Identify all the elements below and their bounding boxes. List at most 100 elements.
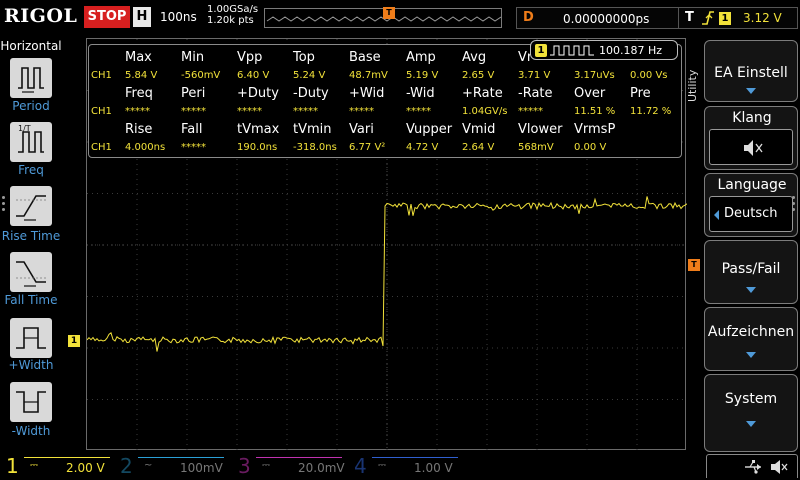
menu-down-arrow-icon bbox=[746, 421, 756, 427]
measure-value: 3.17uVs bbox=[574, 70, 615, 81]
measure-value: 11.51 % bbox=[574, 106, 616, 117]
dc-coupling-icon: ⎓ bbox=[30, 460, 38, 471]
measure-value: ***** bbox=[181, 106, 206, 117]
io-settings-softkey[interactable]: EA Einstell bbox=[704, 40, 798, 102]
period-button[interactable] bbox=[10, 58, 52, 98]
freq-label: Freq bbox=[18, 163, 44, 177]
measure-header: Rise bbox=[125, 122, 153, 137]
measure-header: Peri bbox=[181, 86, 206, 101]
channel-scale: 1.00 V bbox=[414, 461, 453, 475]
measure-value: 568mV bbox=[518, 142, 554, 153]
softkey-label: Language bbox=[717, 177, 787, 193]
trigger-label: T bbox=[685, 10, 694, 25]
softkey-label: Klang bbox=[732, 110, 772, 126]
system-softkey[interactable]: System bbox=[704, 374, 798, 452]
rise-time-button[interactable] bbox=[10, 186, 52, 226]
frequency-counter[interactable]: 1 100.187 Hz bbox=[530, 40, 678, 60]
measure-value: -318.0ns bbox=[293, 142, 337, 153]
measure-channel: CH1 bbox=[91, 106, 112, 117]
scroll-dots-icon bbox=[792, 196, 798, 214]
trigger-source-badge: 1 bbox=[719, 12, 731, 25]
measure-header: Vpp bbox=[237, 50, 263, 65]
negative-width-label: -Width bbox=[11, 424, 51, 438]
measure-value: 4.72 V bbox=[406, 142, 439, 153]
freq-button[interactable]: 1/T bbox=[10, 122, 52, 162]
measure-value: 5.24 V bbox=[293, 70, 326, 81]
measurement-panel: Max Min Vpp Top Base Amp Avg Vr CH1 5.84… bbox=[88, 44, 682, 158]
utility-tab-label: Utility bbox=[686, 69, 699, 102]
language-value: Deutsch bbox=[724, 206, 778, 221]
measure-header: Avg bbox=[462, 50, 487, 65]
language-softkey[interactable]: Language Deutsch bbox=[704, 173, 798, 237]
acquisition-info: 1.00GSa/s 1.20k pts bbox=[207, 4, 258, 26]
channel-4-tab[interactable]: 4 ⎓ 1.00 V bbox=[348, 454, 464, 480]
trigger-position-marker[interactable]: T bbox=[383, 7, 395, 19]
fall-time-icon bbox=[16, 261, 46, 287]
positive-width-button[interactable] bbox=[10, 318, 52, 358]
channel-number: 1 bbox=[6, 454, 19, 478]
measure-header: Amp bbox=[406, 50, 436, 65]
negative-width-icon bbox=[16, 391, 46, 413]
channel-number: 2 bbox=[120, 454, 133, 478]
measure-header: Fall bbox=[181, 122, 203, 137]
measure-value: 2.64 V bbox=[462, 142, 495, 153]
menu-down-arrow-icon bbox=[746, 88, 756, 94]
measure-value: 4.000ns bbox=[125, 142, 166, 153]
fall-time-button[interactable] bbox=[10, 252, 52, 292]
trigger-level-marker[interactable]: T bbox=[688, 259, 700, 271]
trigger-box[interactable]: T 1 3.12 V bbox=[678, 7, 798, 29]
measure-value: ***** bbox=[293, 106, 318, 117]
channel-scale: 100mV bbox=[180, 461, 223, 475]
softkey-menu: EA Einstell Klang Language Deutsch Pass/… bbox=[704, 40, 800, 454]
ac-coupling-icon: ~ bbox=[144, 460, 153, 471]
channel-2-tab[interactable]: 2 ~ 100mV bbox=[114, 454, 232, 480]
measure-value: ***** bbox=[406, 106, 431, 117]
measure-header: -Rate bbox=[518, 86, 553, 101]
measure-header: Max bbox=[125, 50, 152, 65]
channel-scale: 20.0mV bbox=[298, 461, 345, 475]
measure-header: -Wid bbox=[406, 86, 435, 101]
svg-text:1/T: 1/T bbox=[18, 124, 31, 133]
channel-scale: 2.00 V bbox=[66, 461, 105, 475]
delay-label: D bbox=[523, 10, 534, 25]
channel-3-tab[interactable]: 3 ⎓ 20.0mV bbox=[232, 454, 348, 480]
square-wave-icon bbox=[550, 45, 594, 56]
measure-value: 0.00 V bbox=[574, 142, 607, 153]
measure-value: 5.84 V bbox=[125, 70, 158, 81]
timebase-value[interactable]: 100ns bbox=[160, 10, 197, 24]
measure-value: 6.77 V² bbox=[349, 142, 386, 153]
delay-box[interactable]: D 0.00000000ps bbox=[516, 7, 690, 29]
softkey-label: Pass/Fail bbox=[721, 261, 781, 277]
language-value-box: Deutsch bbox=[709, 196, 793, 232]
measure-header: VrmsP bbox=[574, 122, 616, 137]
pass-fail-softkey[interactable]: Pass/Fail bbox=[704, 240, 798, 304]
period-label: Period bbox=[12, 99, 50, 113]
channel-1-settings: ⎓ 2.00 V bbox=[24, 457, 110, 477]
measure-row-1-values: CH1 5.84 V -560mV 6.40 V 5.24 V 48.7mV 5… bbox=[89, 69, 683, 83]
usb-icon bbox=[745, 460, 761, 474]
channel-3-settings: ⎓ 20.0mV bbox=[256, 457, 345, 477]
system-status-area bbox=[706, 454, 798, 478]
measure-header: Vupper bbox=[406, 122, 453, 137]
sound-softkey[interactable]: Klang bbox=[704, 106, 798, 170]
dc-coupling-icon: ⎓ bbox=[378, 460, 386, 471]
measure-header: Over bbox=[574, 86, 606, 101]
measure-header: +Wid bbox=[349, 86, 385, 101]
run-stop-indicator[interactable]: STOP bbox=[84, 6, 130, 28]
menu-down-arrow-icon bbox=[746, 287, 756, 293]
channel-1-tab[interactable]: 1 ⎓ 2.00 V bbox=[0, 454, 114, 480]
measure-row-2-values: CH1 ***** ***** ***** ***** ***** ***** … bbox=[89, 105, 683, 119]
measure-header: Base bbox=[349, 50, 381, 65]
measure-header: +Rate bbox=[462, 86, 503, 101]
measure-row-3-headers: Rise Fall tVmax tVmin Vari Vupper Vmid V… bbox=[89, 122, 683, 137]
measure-value: ***** bbox=[349, 106, 374, 117]
record-softkey[interactable]: Aufzeichnen bbox=[704, 307, 798, 371]
ch1-ground-marker[interactable]: 1 bbox=[68, 335, 80, 347]
measure-header: Vmid bbox=[462, 122, 496, 137]
negative-width-button[interactable] bbox=[10, 382, 52, 422]
measure-header: Vari bbox=[349, 122, 374, 137]
measure-header: tVmax bbox=[237, 122, 280, 137]
measure-value: 11.72 % bbox=[630, 106, 672, 117]
measure-value: 3.71 V bbox=[518, 70, 551, 81]
memory-depth: 1.20k pts bbox=[207, 15, 254, 26]
